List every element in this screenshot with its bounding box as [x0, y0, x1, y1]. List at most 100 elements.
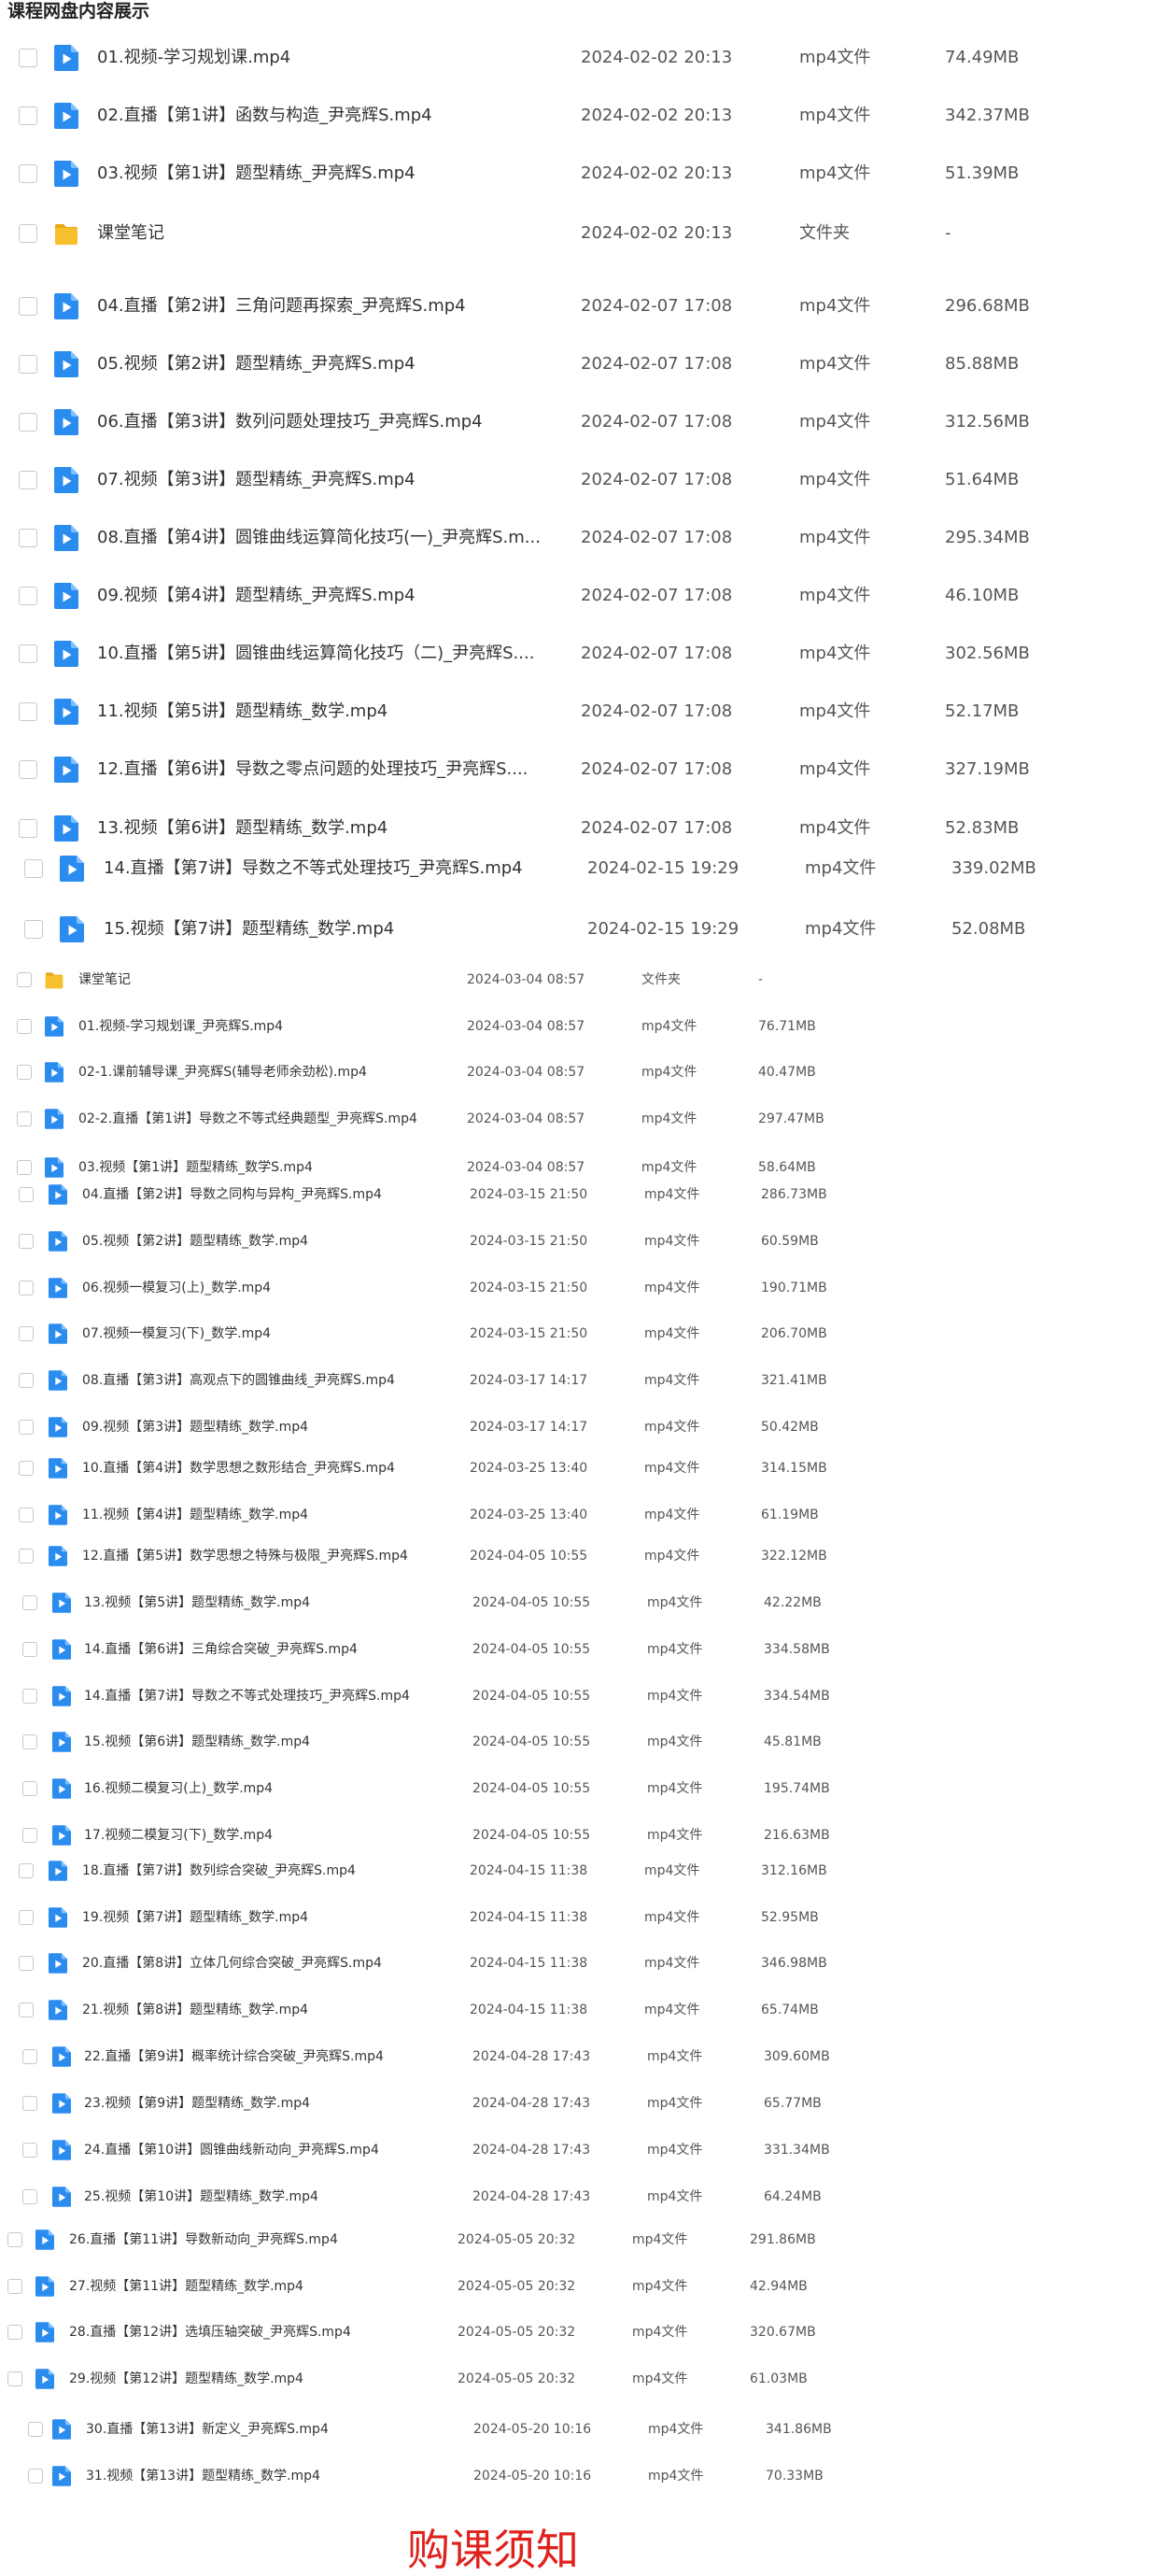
file-row[interactable]: 01.视频-学习规划课_尹亮辉S.mp4 2024-03-04 08:57 mp4文…	[0, 1012, 1155, 1040]
file-name[interactable]: 22.直播【第9讲】概率统计综合突破_尹亮辉S.mp4	[84, 2048, 458, 2065]
file-row[interactable]: 28.直播【第12讲】选填压轴突破_尹亮辉S.mp4 2024-05-05 20:…	[0, 2318, 1155, 2346]
file-row[interactable]: 15.视频【第6讲】题型精练_数学.mp4 2024-04-05 10:55 mp4…	[0, 1728, 1155, 1756]
file-name[interactable]: 24.直播【第10讲】圆锥曲线新动向_尹亮辉S.mp4	[84, 2142, 458, 2158]
row-checkbox[interactable]	[22, 2049, 37, 2064]
row-checkbox[interactable]	[19, 1461, 34, 1476]
row-checkbox[interactable]	[22, 1734, 37, 1749]
file-name[interactable]: 02-1.课前辅导课_尹亮辉S(辅导老师余劲松).mp4	[78, 1064, 452, 1081]
file-name[interactable]: 14.直播【第6讲】三角综合突破_尹亮辉S.mp4	[84, 1641, 458, 1658]
file-row[interactable]: 09.视频【第4讲】题型精练_尹亮辉S.mp4 2024-02-07 17:08 m…	[0, 582, 1155, 610]
file-row[interactable]: 12.直播【第6讲】导数之零点问题的处理技巧_尹亮辉S.... 2024-02-0…	[0, 756, 1155, 784]
file-name[interactable]: 01.视频-学习规划课.mp4	[97, 47, 564, 69]
file-name[interactable]: 21.视频【第8讲】题型精练_数学.mp4	[82, 2002, 456, 2018]
file-name[interactable]: 12.直播【第5讲】数学思想之特殊与极限_尹亮辉S.mp4	[82, 1548, 456, 1564]
file-row[interactable]: 17.视频二模复习(下)_数学.mp4 2024-04-05 10:55 mp4文件…	[0, 1821, 1155, 1849]
file-row[interactable]: 10.直播【第4讲】数学思想之数形结合_尹亮辉S.mp4 2024-03-25 1…	[0, 1454, 1155, 1482]
file-name[interactable]: 02-2.直播【第1讲】导数之不等式经典题型_尹亮辉S.mp4	[78, 1111, 452, 1127]
file-row[interactable]: 13.视频【第6讲】题型精练_数学.mp4 2024-02-07 17:08 mp4…	[0, 814, 1155, 842]
row-checkbox[interactable]	[22, 1689, 37, 1704]
row-checkbox[interactable]	[22, 2096, 37, 2111]
row-checkbox[interactable]	[19, 413, 37, 432]
file-row[interactable]: 12.直播【第5讲】数学思想之特殊与极限_尹亮辉S.mp4 2024-04-05 …	[0, 1542, 1155, 1570]
file-name[interactable]: 05.视频【第2讲】题型精练_尹亮辉S.mp4	[97, 353, 564, 375]
file-row[interactable]: 13.视频【第5讲】题型精练_数学.mp4 2024-04-05 10:55 mp4…	[0, 1589, 1155, 1617]
file-row[interactable]: 30.直播【第13讲】新定义_尹亮辉S.mp4 2024-05-20 10:16 m…	[0, 2415, 1155, 2443]
file-row[interactable]: 24.直播【第10讲】圆锥曲线新动向_尹亮辉S.mp4 2024-04-28 17…	[0, 2136, 1155, 2164]
row-checkbox[interactable]	[17, 1111, 32, 1126]
row-checkbox[interactable]	[28, 2469, 43, 2484]
folder-row[interactable]: 课堂笔记 2024-03-04 08:57 文件夹 -	[0, 966, 1155, 994]
row-checkbox[interactable]	[17, 1065, 32, 1080]
file-row[interactable]: 02-2.直播【第1讲】导数之不等式经典题型_尹亮辉S.mp4 2024-03-0…	[0, 1105, 1155, 1133]
file-name[interactable]: 10.直播【第4讲】数学思想之数形结合_尹亮辉S.mp4	[82, 1460, 456, 1477]
row-checkbox[interactable]	[7, 2232, 22, 2247]
file-name[interactable]: 04.直播【第2讲】三角问题再探索_尹亮辉S.mp4	[97, 295, 564, 318]
row-checkbox[interactable]	[7, 2371, 22, 2386]
row-checkbox[interactable]	[22, 2189, 37, 2204]
file-name[interactable]: 03.视频【第1讲】题型精练_尹亮辉S.mp4	[97, 163, 564, 185]
file-name[interactable]: 17.视频二模复习(下)_数学.mp4	[84, 1827, 458, 1844]
row-checkbox[interactable]	[24, 859, 43, 878]
row-checkbox[interactable]	[17, 1019, 32, 1034]
row-checkbox[interactable]	[19, 49, 37, 67]
file-row[interactable]: 31.视频【第13讲】题型精练_数学.mp4 2024-05-20 10:16 mp…	[0, 2462, 1155, 2490]
file-name[interactable]: 06.直播【第3讲】数列问题处理技巧_尹亮辉S.mp4	[97, 411, 564, 433]
file-name[interactable]: 15.视频【第7讲】题型精练_数学.mp4	[104, 918, 570, 941]
file-row[interactable]: 20.直播【第8讲】立体几何综合突破_尹亮辉S.mp4 2024-04-15 11…	[0, 1949, 1155, 1977]
file-name[interactable]: 03.视频【第1讲】题型精练_数学S.mp4	[78, 1159, 452, 1176]
file-name[interactable]: 26.直播【第11讲】导数新动向_尹亮辉S.mp4	[69, 2231, 443, 2248]
file-name[interactable]: 07.视频【第3讲】题型精练_尹亮辉S.mp4	[97, 469, 564, 491]
file-name[interactable]: 11.视频【第5讲】题型精练_数学.mp4	[97, 701, 564, 723]
file-row[interactable]: 02-1.课前辅导课_尹亮辉S(辅导老师余劲松).mp4 2024-03-04 0…	[0, 1058, 1155, 1086]
file-name[interactable]: 课堂笔记	[78, 971, 452, 988]
file-name[interactable]: 18.直播【第7讲】数列综合突破_尹亮辉S.mp4	[82, 1862, 456, 1879]
row-checkbox[interactable]	[19, 819, 37, 838]
file-row[interactable]: 09.视频【第3讲】题型精练_数学.mp4 2024-03-17 14:17 mp4…	[0, 1413, 1155, 1441]
file-name[interactable]: 14.直播【第7讲】导数之不等式处理技巧_尹亮辉S.mp4	[84, 1688, 458, 1705]
row-checkbox[interactable]	[19, 355, 37, 374]
file-name[interactable]: 23.视频【第9讲】题型精练_数学.mp4	[84, 2095, 458, 2112]
file-name[interactable]: 08.直播【第3讲】高观点下的圆锥曲线_尹亮辉S.mp4	[82, 1372, 456, 1389]
file-row[interactable]: 15.视频【第7讲】题型精练_数学.mp4 2024-02-15 19:29 mp4…	[0, 915, 1155, 943]
row-checkbox[interactable]	[22, 1595, 37, 1610]
file-row[interactable]: 18.直播【第7讲】数列综合突破_尹亮辉S.mp4 2024-04-15 11:3…	[0, 1857, 1155, 1885]
file-row[interactable]: 11.视频【第4讲】题型精练_数学.mp4 2024-03-25 13:40 mp4…	[0, 1501, 1155, 1529]
file-name[interactable]: 30.直播【第13讲】新定义_尹亮辉S.mp4	[86, 2421, 459, 2438]
file-name[interactable]: 20.直播【第8讲】立体几何综合突破_尹亮辉S.mp4	[82, 1955, 456, 1972]
row-checkbox[interactable]	[17, 1160, 32, 1175]
file-row[interactable]: 22.直播【第9讲】概率统计综合突破_尹亮辉S.mp4 2024-04-28 17…	[0, 2043, 1155, 2071]
row-checkbox[interactable]	[19, 1373, 34, 1388]
file-name[interactable]: 02.直播【第1讲】函数与构造_尹亮辉S.mp4	[97, 105, 564, 127]
file-name[interactable]: 25.视频【第10讲】题型精练_数学.mp4	[84, 2188, 458, 2205]
file-row[interactable]: 25.视频【第10讲】题型精练_数学.mp4 2024-04-28 17:43 mp…	[0, 2183, 1155, 2211]
file-row[interactable]: 05.视频【第2讲】题型精练_尹亮辉S.mp4 2024-02-07 17:08 m…	[0, 350, 1155, 378]
row-checkbox[interactable]	[19, 1187, 34, 1202]
row-checkbox[interactable]	[22, 2143, 37, 2158]
row-checkbox[interactable]	[19, 1281, 34, 1295]
row-checkbox[interactable]	[24, 920, 43, 939]
file-row[interactable]: 14.直播【第7讲】导数之不等式处理技巧_尹亮辉S.mp4 2024-02-15 …	[0, 855, 1155, 883]
file-name[interactable]: 29.视频【第12讲】题型精练_数学.mp4	[69, 2371, 443, 2387]
file-row[interactable]: 19.视频【第7讲】题型精练_数学.mp4 2024-04-15 11:38 mp4…	[0, 1904, 1155, 1932]
file-name[interactable]: 09.视频【第3讲】题型精练_数学.mp4	[82, 1419, 456, 1436]
row-checkbox[interactable]	[17, 972, 32, 987]
file-row[interactable]: 04.直播【第2讲】三角问题再探索_尹亮辉S.mp4 2024-02-07 17:…	[0, 292, 1155, 320]
row-checkbox[interactable]	[19, 224, 37, 243]
row-checkbox[interactable]	[19, 529, 37, 547]
file-name[interactable]: 10.直播【第5讲】圆锥曲线运算简化技巧（二)_尹亮辉S....	[97, 643, 564, 665]
file-name[interactable]: 27.视频【第11讲】题型精练_数学.mp4	[69, 2278, 443, 2295]
file-name[interactable]: 05.视频【第2讲】题型精练_数学.mp4	[82, 1233, 456, 1250]
file-row[interactable]: 11.视频【第5讲】题型精练_数学.mp4 2024-02-07 17:08 mp4…	[0, 698, 1155, 726]
row-checkbox[interactable]	[19, 1326, 34, 1341]
file-row[interactable]: 08.直播【第4讲】圆锥曲线运算简化技巧(一)_尹亮辉S.m... 2024-02…	[0, 524, 1155, 552]
file-name[interactable]: 06.视频一模复习(上)_数学.mp4	[82, 1280, 456, 1296]
file-row[interactable]: 01.视频-学习规划课.mp4 2024-02-02 20:13 mp4文件 74.4…	[0, 44, 1155, 72]
file-name[interactable]: 04.直播【第2讲】导数之同构与异构_尹亮辉S.mp4	[82, 1186, 456, 1203]
row-checkbox[interactable]	[22, 1642, 37, 1657]
row-checkbox[interactable]	[19, 1863, 34, 1878]
file-name[interactable]: 31.视频【第13讲】题型精练_数学.mp4	[86, 2468, 459, 2484]
row-checkbox[interactable]	[19, 164, 37, 183]
row-checkbox[interactable]	[19, 471, 37, 489]
file-row[interactable]: 23.视频【第9讲】题型精练_数学.mp4 2024-04-28 17:43 mp4…	[0, 2089, 1155, 2117]
row-checkbox[interactable]	[19, 1420, 34, 1435]
